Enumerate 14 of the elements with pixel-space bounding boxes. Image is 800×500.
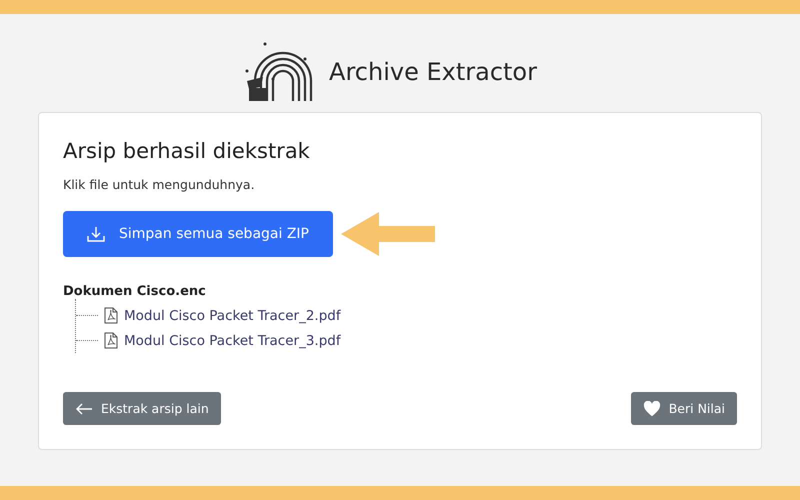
save-all-button[interactable]: Simpan semua sebagai ZIP — [63, 211, 333, 257]
hint-text: Klik file untuk mengunduhnya. — [63, 177, 256, 192]
heart-icon — [642, 400, 661, 416]
rate-button[interactable]: Beri Nilai — [630, 392, 737, 425]
pdf-file-icon — [104, 332, 118, 349]
file-link[interactable]: Modul Cisco Packet Tracer_3.pdf — [76, 328, 341, 353]
download-icon — [87, 226, 105, 242]
app-title: Archive Extractor — [329, 58, 537, 86]
file-link[interactable]: Modul Cisco Packet Tracer_2.pdf — [76, 303, 341, 328]
card-heading: Arsip berhasil diekstrak — [63, 139, 311, 163]
pdf-file-icon — [104, 307, 118, 324]
arrow-left-icon — [75, 402, 93, 414]
extract-another-button[interactable]: Ekstrak arsip lain — [63, 392, 221, 425]
archive-name: Dokumen Cisco.enc — [63, 284, 207, 299]
